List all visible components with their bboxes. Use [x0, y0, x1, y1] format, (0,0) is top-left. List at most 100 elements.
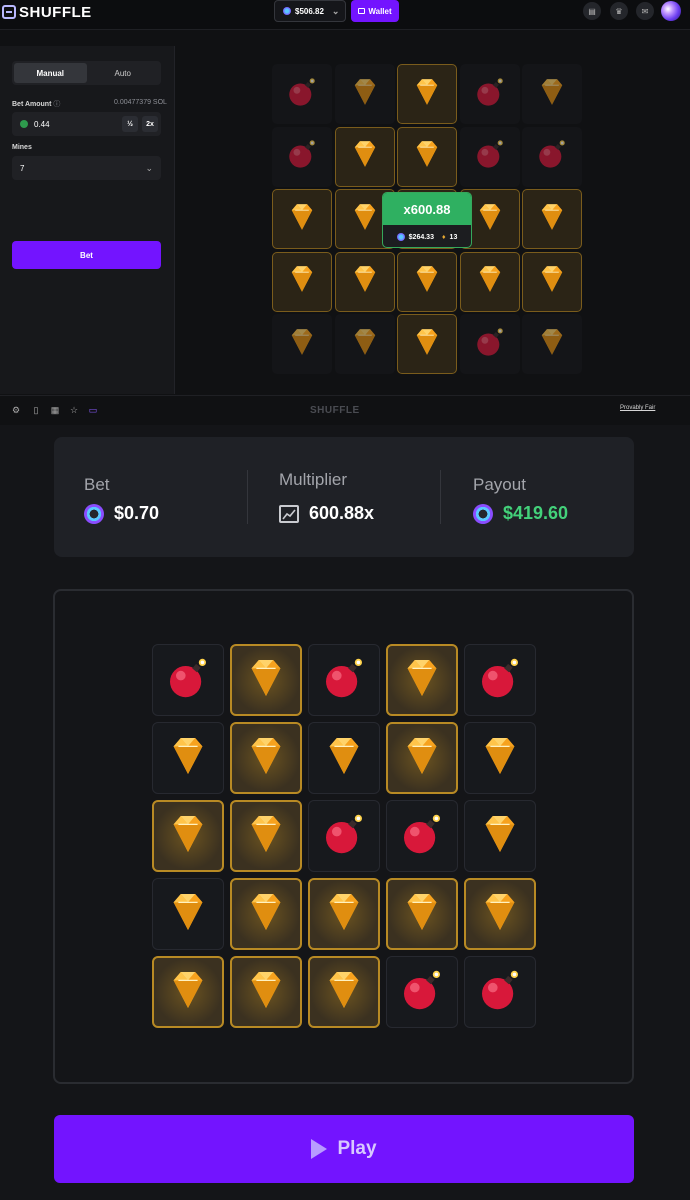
- mine-tile[interactable]: [464, 800, 536, 872]
- mine-tile[interactable]: [522, 189, 582, 249]
- mine-tile[interactable]: [308, 644, 380, 716]
- site-logo[interactable]: SHUFFLE: [2, 3, 92, 21]
- crown-icon[interactable]: ♛: [610, 2, 628, 20]
- provably-fair-link[interactable]: Provably Fair: [620, 405, 655, 411]
- mine-tile[interactable]: [308, 800, 380, 872]
- mines-label: Mines: [12, 144, 32, 151]
- bet-amount-label-text: Bet Amount: [12, 101, 52, 108]
- mine-tile[interactable]: [386, 956, 458, 1028]
- mine-tile[interactable]: [522, 251, 582, 312]
- mine-tile[interactable]: [397, 64, 457, 124]
- bomb-icon: [285, 75, 319, 114]
- mine-tile[interactable]: [152, 956, 224, 1028]
- settings-icon[interactable]: ⚙: [11, 405, 21, 415]
- mine-tile[interactable]: [459, 314, 520, 374]
- bet-button[interactable]: Bet: [12, 241, 161, 269]
- mine-tile[interactable]: [464, 644, 536, 716]
- gem-icon: [285, 262, 319, 301]
- notes-icon[interactable]: ▤: [583, 2, 601, 20]
- footer-logo: SHUFFLE: [310, 405, 360, 416]
- mine-tile[interactable]: [386, 644, 458, 716]
- gem-icon: [242, 654, 290, 707]
- mine-tile[interactable]: [397, 251, 457, 312]
- mine-tile[interactable]: [464, 722, 536, 794]
- mine-tile[interactable]: [397, 314, 457, 374]
- chevron-down-icon: ⌄: [331, 5, 340, 16]
- multiplier-stat-value: 600.88x: [309, 503, 375, 523]
- mine-tile[interactable]: [230, 722, 302, 794]
- gem-icon: [320, 966, 368, 1019]
- win-popup: x600.88 $264.33 ♦ 13: [382, 192, 472, 248]
- mine-tile[interactable]: [459, 64, 520, 124]
- mine-tile[interactable]: [152, 644, 224, 716]
- bomb-icon: [535, 137, 569, 176]
- mine-tile[interactable]: [152, 722, 224, 794]
- mine-tile[interactable]: [397, 126, 457, 187]
- mine-tile[interactable]: [334, 126, 395, 187]
- shuffle-logo-icon: [2, 5, 16, 19]
- gem-icon: [164, 732, 212, 785]
- double-button[interactable]: 2x: [142, 116, 158, 132]
- gem-icon: [348, 325, 382, 364]
- gem-icon: [410, 137, 444, 176]
- mine-tile[interactable]: [308, 956, 380, 1028]
- mine-tile[interactable]: [459, 126, 520, 187]
- star-icon[interactable]: ☆: [69, 405, 79, 415]
- mine-tile[interactable]: [272, 189, 332, 249]
- half-button[interactable]: ½: [122, 116, 138, 132]
- mine-tile[interactable]: [272, 64, 332, 124]
- mine-tile[interactable]: [522, 64, 582, 124]
- gem-icon: [410, 262, 444, 301]
- play-button[interactable]: Play: [54, 1115, 634, 1183]
- info-icon[interactable]: ⓘ: [53, 101, 60, 108]
- chat-icon[interactable]: ✉: [636, 2, 654, 20]
- mine-tile[interactable]: [334, 314, 395, 374]
- tab-manual[interactable]: Manual: [14, 63, 87, 83]
- gem-icon: [164, 966, 212, 1019]
- gem-icon: [473, 200, 507, 239]
- mine-tile[interactable]: [464, 956, 536, 1028]
- gem-icon: [320, 732, 368, 785]
- stats-icon[interactable]: ▦: [50, 405, 60, 415]
- mine-tile[interactable]: [334, 64, 395, 124]
- gem-icon: [285, 200, 319, 239]
- bet-amount-input[interactable]: 0.44 ½ 2x: [12, 112, 161, 136]
- mine-tile[interactable]: [272, 314, 332, 374]
- mine-tile[interactable]: [459, 251, 520, 312]
- briefcase-icon[interactable]: ▭: [88, 405, 98, 415]
- wallet-icon: [358, 8, 366, 14]
- mines-select[interactable]: 7 ⌄: [12, 156, 161, 180]
- payout-stat-value-row: $419.60: [473, 503, 568, 524]
- mine-tile[interactable]: [334, 251, 395, 312]
- balance-selector[interactable]: $506.82 ⌄: [274, 0, 346, 22]
- tab-auto[interactable]: Auto: [87, 63, 160, 83]
- mine-tile[interactable]: [308, 722, 380, 794]
- mine-tile[interactable]: [308, 878, 380, 950]
- mine-tile[interactable]: [522, 126, 582, 187]
- gem-icon: [348, 262, 382, 301]
- mine-tile[interactable]: [230, 956, 302, 1028]
- mine-tile[interactable]: [230, 644, 302, 716]
- gem-icon: [535, 75, 569, 114]
- bomb-icon: [473, 325, 507, 364]
- mine-tile[interactable]: [272, 126, 332, 187]
- mine-tile[interactable]: [230, 800, 302, 872]
- mine-tile[interactable]: [230, 878, 302, 950]
- wallet-button[interactable]: Wallet: [351, 0, 399, 22]
- mine-tile[interactable]: [386, 800, 458, 872]
- avatar[interactable]: [661, 1, 681, 21]
- gem-icon: [473, 262, 507, 301]
- mine-tile[interactable]: [464, 878, 536, 950]
- gem-icon: [242, 810, 290, 863]
- gem-icon: [164, 888, 212, 941]
- bomb-icon: [398, 810, 446, 863]
- theatre-mode-icon[interactable]: ▯: [31, 405, 41, 415]
- multiplier-stat-label: Multiplier: [279, 470, 348, 489]
- mine-tile[interactable]: [152, 878, 224, 950]
- mine-tile[interactable]: [386, 878, 458, 950]
- mine-tile[interactable]: [152, 800, 224, 872]
- gem-icon: [476, 810, 524, 863]
- mine-tile[interactable]: [522, 314, 582, 374]
- mine-tile[interactable]: [386, 722, 458, 794]
- mine-tile[interactable]: [272, 251, 332, 312]
